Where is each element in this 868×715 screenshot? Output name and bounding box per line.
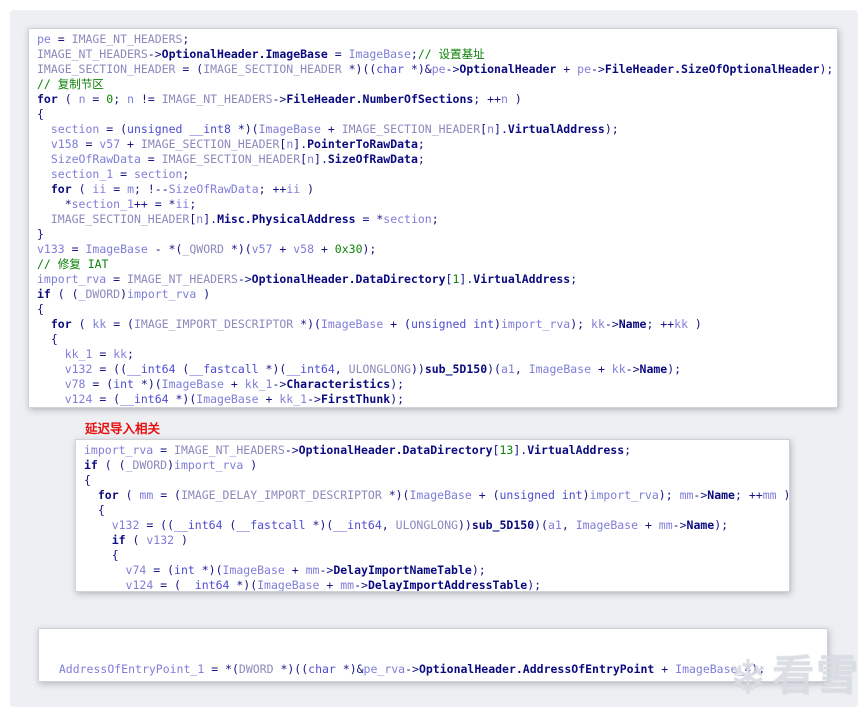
entry-call-line-top: AddressOfEntryPoint_1 = *(DWORD *)((char… (58, 662, 766, 676)
content-panel: pe = IMAGE_NT_HEADERS; IMAGE_NT_HEADERS->… (10, 10, 858, 707)
pseudocode-block-pe-load: pe = IMAGE_NT_HEADERS; IMAGE_NT_HEADERS->… (28, 28, 838, 408)
pseudocode-block-delay-import: import_rva = IMAGE_NT_HEADERS->OptionalH… (75, 439, 790, 592)
pseudocode-block-entry-call: AddressOfEntryPoint_1 = *(DWORD *)((char… (38, 628, 828, 682)
delay-import-annotation: 延迟导入相关 (85, 422, 161, 436)
